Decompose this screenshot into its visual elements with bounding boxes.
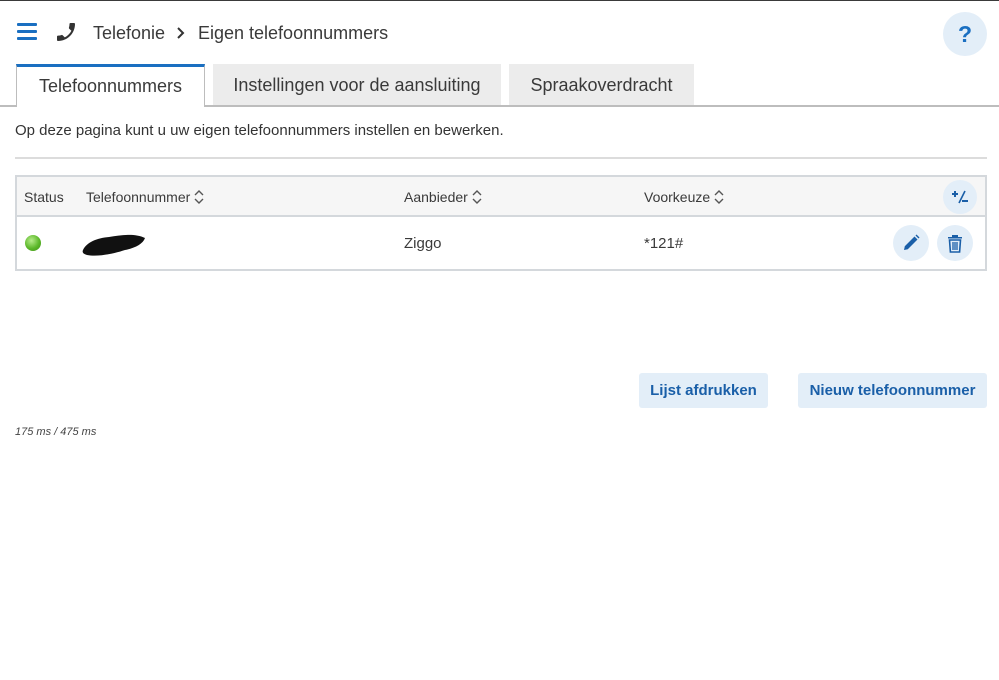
edit-button[interactable]	[893, 225, 929, 261]
column-label: Aanbieder	[404, 189, 468, 205]
chevron-right-icon	[177, 27, 185, 39]
column-toggle-icon	[952, 190, 968, 204]
sort-icon[interactable]	[713, 188, 725, 206]
column-label: Telefoonnummer	[86, 189, 191, 205]
header: Telefonie Eigen telefoonnummers ?	[0, 1, 999, 63]
sort-icon[interactable]	[471, 188, 483, 206]
redacted-phone-number	[82, 234, 145, 256]
tab-telefoonnummers[interactable]: Telefoonnummers	[16, 64, 205, 107]
column-label: Voorkeuze	[644, 189, 711, 205]
phone-numbers-table: Status Telefoonnummer Aanbieder Voorkeuz…	[15, 175, 987, 271]
help-icon: ?	[957, 21, 973, 47]
sort-icon[interactable]	[193, 188, 205, 206]
column-label: Status	[24, 189, 64, 205]
table-row: Ziggo *121#	[17, 219, 985, 269]
trash-icon	[948, 235, 962, 253]
column-header-telefoonnummer[interactable]: Telefoonnummer	[86, 188, 205, 206]
column-header-aanbieder[interactable]: Aanbieder	[404, 188, 483, 206]
column-header-voorkeuze[interactable]: Voorkeuze	[644, 188, 725, 206]
intro-text: Op deze pagina kunt u uw eigen telefoonn…	[15, 122, 504, 139]
phone-icon	[57, 23, 75, 41]
help-button[interactable]: ?	[943, 12, 987, 56]
menu-icon[interactable]	[17, 23, 37, 41]
prefix-cell: *121#	[644, 235, 684, 252]
table-header: Status Telefoonnummer Aanbieder Voorkeuz…	[17, 177, 985, 217]
edit-icon	[904, 234, 920, 250]
delete-button[interactable]	[937, 225, 973, 261]
divider	[15, 157, 987, 159]
provider-cell: Ziggo	[404, 235, 442, 252]
breadcrumb-telefonie[interactable]: Telefonie	[93, 21, 165, 45]
page-title: Eigen telefoonnummers	[198, 23, 389, 43]
timing-info: 175 ms / 475 ms	[15, 426, 97, 438]
column-header-status: Status	[24, 188, 64, 206]
new-phone-number-button[interactable]: Nieuw telefoonnummer	[798, 373, 987, 408]
tab-bar: Telefoonnummers Instellingen voor de aan…	[0, 64, 999, 107]
print-list-button[interactable]: Lijst afdrukken	[639, 373, 768, 408]
tab-instellingen-aansluiting[interactable]: Instellingen voor de aansluiting	[213, 64, 501, 106]
tab-spraakoverdracht[interactable]: Spraakoverdracht	[509, 64, 694, 106]
status-indicator-icon	[25, 235, 41, 251]
column-toggle-button[interactable]	[943, 180, 977, 214]
